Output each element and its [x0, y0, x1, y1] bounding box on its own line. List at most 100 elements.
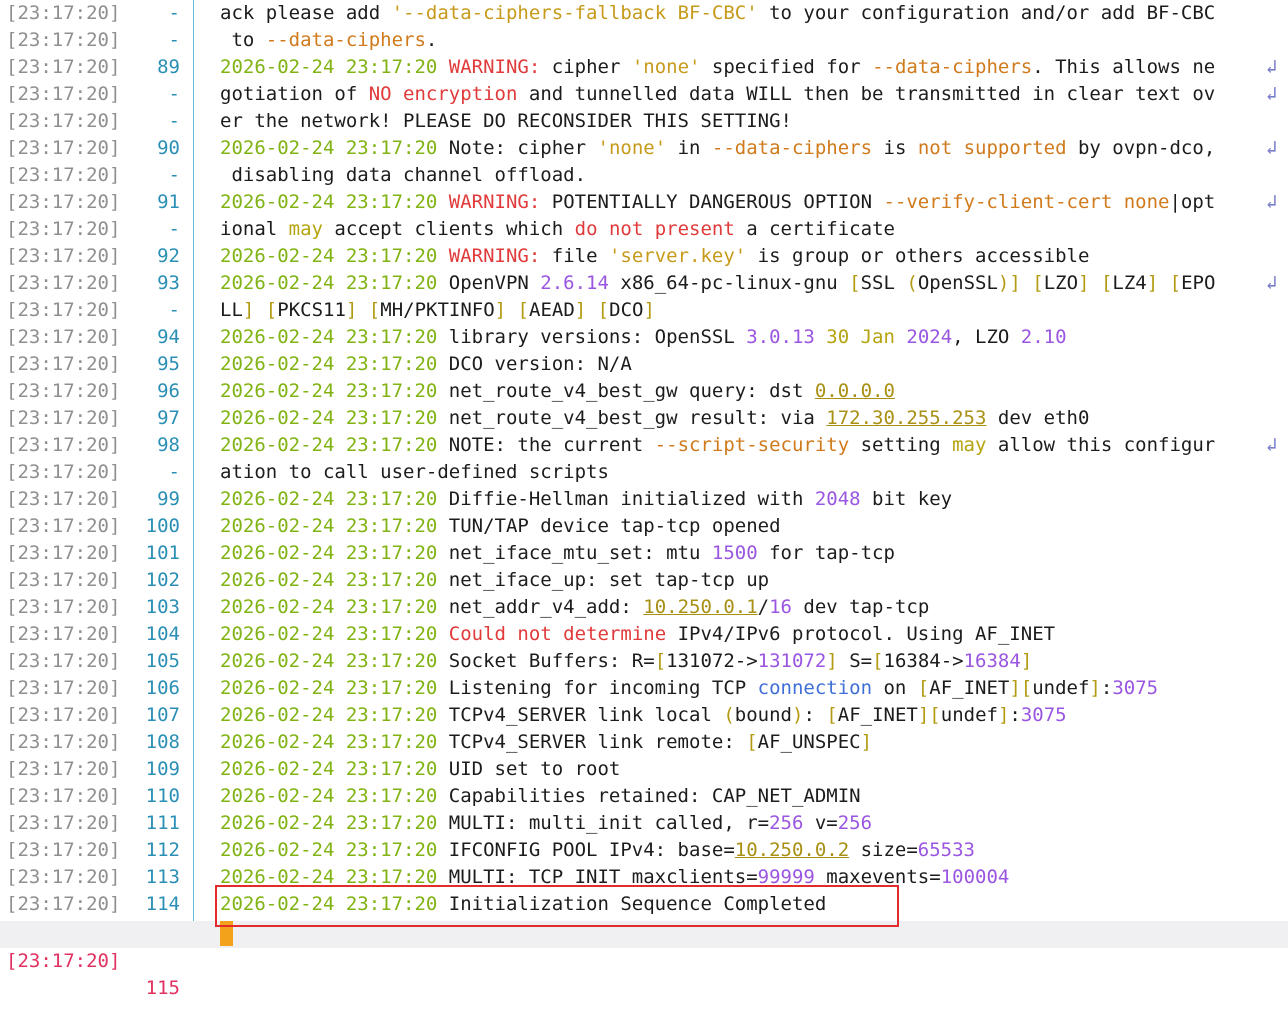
message-segment: : — [1009, 704, 1021, 726]
message-segment: AF_INET — [837, 704, 918, 726]
message-segment — [895, 326, 906, 348]
gutter-separator — [193, 0, 194, 927]
line-timestamp: [23:17:20] — [6, 191, 121, 213]
message-segment: SSL — [860, 272, 907, 294]
message-segment — [815, 326, 826, 348]
line-number: 102 — [145, 569, 180, 591]
log-message: 2026-02-24 23:17:20 Note: cipher 'none' … — [220, 135, 1270, 162]
line-timestamp: [23:17:20] — [6, 812, 121, 834]
line-number: 107 — [145, 704, 180, 726]
message-segment: [ — [1100, 272, 1113, 294]
line-number: 104 — [145, 623, 180, 645]
log-message: disabling data channel offload. — [220, 162, 1270, 189]
message-segment: 131072 — [757, 650, 827, 672]
message-segment: ( — [906, 272, 918, 294]
log-message: 2026-02-24 23:17:20 TCPv4_SERVER link lo… — [220, 702, 1270, 729]
message-segment: is — [872, 137, 918, 159]
message-segment: 3.0.13 — [746, 326, 815, 348]
message-segment: a certificate — [734, 218, 895, 240]
message-segment: ] — [860, 731, 873, 753]
message-segment: POTENTIALLY DANGEROUS OPTION — [540, 191, 884, 213]
message-segment: ] — [1078, 272, 1090, 294]
line-timestamp: [23:17:20] — [6, 218, 121, 240]
line-timestamp: [23:17:20] — [6, 650, 121, 672]
message-segment: 16384 — [963, 650, 1021, 672]
message-segment — [254, 299, 265, 321]
wrap-continuation-icon: ↲ — [1266, 191, 1278, 213]
message-segment: Listening for incoming TCP — [437, 677, 758, 699]
line-number: 108 — [145, 731, 180, 753]
message-segment: ][ — [1009, 677, 1033, 699]
message-segment: ation to call user-defined scripts — [220, 461, 609, 483]
message-segment: and tunnelled data WILL then be transmit… — [517, 83, 1216, 105]
line-timestamp: [23:17:20] — [6, 29, 121, 51]
message-segment: Capabilities retained: CAP_NET_ADMIN — [437, 785, 861, 807]
line-timestamp: [23:17:20] — [6, 407, 121, 429]
log-message: ack please add '--data-ciphers-fallback … — [220, 0, 1270, 27]
message-segment: 2026-02-24 23:17:20 — [220, 542, 438, 564]
log-message: 2026-02-24 23:17:20 Diffie-Hellman initi… — [220, 486, 1270, 513]
message-segment: . — [425, 29, 438, 51]
message-segment: TCPv4_SERVER link local — [437, 704, 724, 726]
wrap-continuation-icon: ↲ — [1266, 137, 1278, 159]
message-segment: TCPv4_SERVER link remote: — [437, 731, 747, 753]
message-segment: dev eth0 — [986, 407, 1090, 429]
message-segment: LZO — [1043, 272, 1079, 294]
line-timestamp: [23:17:20] — [6, 839, 121, 861]
line-timestamp: [23:17:20] — [6, 380, 121, 402]
line-number: 96 — [157, 380, 180, 402]
message-segment: ] — [1146, 272, 1159, 294]
message-segment: AEAD — [529, 299, 575, 321]
message-segment: 2026-02-24 23:17:20 — [220, 515, 438, 537]
message-segment: TUN/TAP device tap-tcp opened — [437, 515, 781, 537]
line-timestamp: [23:17:20] — [6, 893, 121, 915]
message-segment: setting — [849, 434, 953, 456]
message-segment: 2026-02-24 23:17:20 — [220, 569, 438, 591]
message-segment — [586, 299, 597, 321]
message-segment — [437, 623, 448, 645]
log-message: 2026-02-24 23:17:20 Listening for incomi… — [220, 675, 1270, 702]
message-segment — [357, 299, 368, 321]
wrap-continuation-icon: ↲ — [1266, 56, 1278, 78]
line-number: 103 — [145, 596, 180, 618]
message-segment: LL — [220, 299, 243, 321]
message-segment: 172.30.255.253 — [826, 407, 987, 429]
message-segment: ) — [791, 704, 804, 726]
message-segment: er the network! PLEASE DO RECONSIDER THI… — [220, 110, 792, 132]
log-viewer[interactable]: [23:17:20] - ack please add '--data-cipher… — [0, 0, 1288, 999]
log-message: to --data-ciphers. — [220, 27, 1270, 54]
message-segment: Diffie-Hellman initialized with — [437, 488, 815, 510]
message-segment: 30 Jan — [826, 326, 895, 348]
message-segment: for tap-tcp — [757, 542, 895, 564]
line-timestamp: [23:17:20] — [6, 110, 121, 132]
log-message: ation to call user-defined scripts — [220, 459, 1270, 486]
message-segment: WARNING: — [448, 56, 541, 78]
message-segment: 16 — [769, 596, 792, 618]
message-segment: , LZO — [952, 326, 1021, 348]
message-segment: allow this configur — [986, 434, 1216, 456]
log-message: 2026-02-24 23:17:20 net_iface_mtu_set: m… — [220, 540, 1270, 567]
message-segment: undef — [940, 704, 998, 726]
log-message: 2026-02-24 23:17:20 NOTE: the current --… — [220, 432, 1270, 459]
message-segment: PKCS11 — [277, 299, 346, 321]
message-segment: to — [220, 29, 266, 51]
log-message: LL] [PKCS11] [MH/PKTINFO] [AEAD] [DCO] — [220, 297, 1270, 324]
message-segment: [ — [1169, 272, 1182, 294]
line-number: 97 — [157, 407, 180, 429]
message-segment: DCO version: N/A — [437, 353, 632, 375]
message-segment: size= — [849, 839, 918, 861]
message-segment: net_route_v4_best_gw query: dst — [437, 380, 815, 402]
line-number: - — [168, 299, 180, 321]
line-number: - — [168, 218, 180, 240]
message-segment — [1089, 272, 1100, 294]
log-message: 2026-02-24 23:17:20 WARNING: cipher 'non… — [220, 54, 1270, 81]
message-segment: 2026-02-24 23:17:20 — [220, 380, 438, 402]
message-segment: ] — [1089, 677, 1101, 699]
message-segment: 'none' — [631, 56, 701, 78]
message-segment — [1021, 272, 1032, 294]
line-number: 112 — [145, 839, 180, 861]
message-segment: 2026-02-24 23:17:20 — [220, 245, 438, 267]
message-segment: 10.250.0.2 — [734, 839, 850, 861]
message-segment: . This allows ne — [1032, 56, 1216, 78]
message-segment: net_route_v4_best_gw result: via — [437, 407, 827, 429]
